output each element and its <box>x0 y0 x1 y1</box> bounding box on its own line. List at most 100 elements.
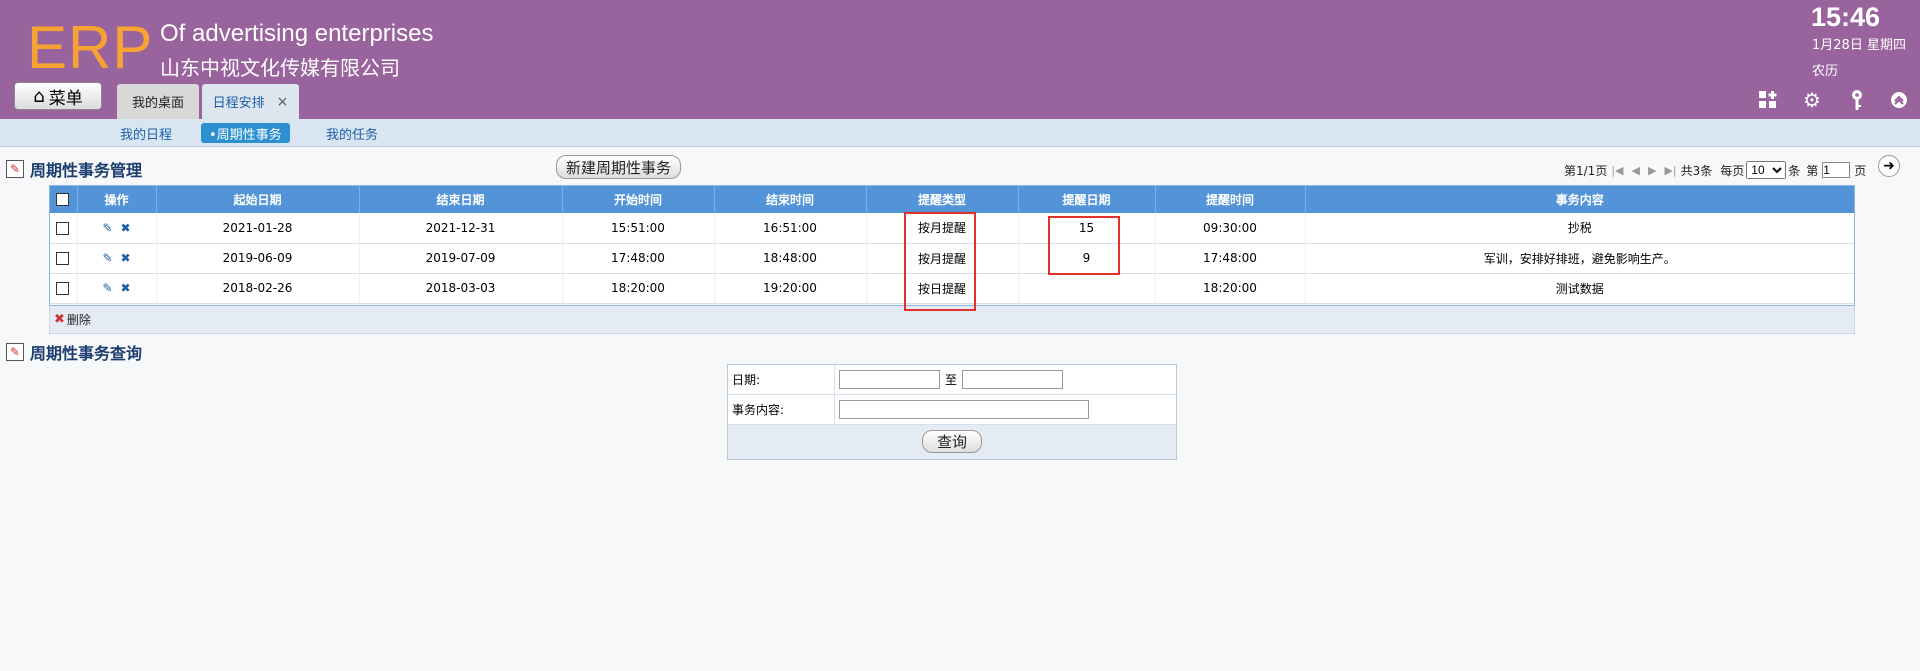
delete-x-icon[interactable]: ✖ <box>121 221 131 235</box>
remind-date-cell: 15 <box>1018 213 1156 244</box>
row-select-cell <box>49 273 78 304</box>
edit-pencil-icon[interactable]: ✎ <box>102 221 112 235</box>
content-label: 事务内容: <box>728 395 835 424</box>
query-button-row: 查询 <box>728 425 1176 459</box>
start-time-cell: 17:48:00 <box>562 243 715 274</box>
page-info: 第1/1页 <box>1564 163 1608 178</box>
content-cell: 测试数据 <box>1305 273 1855 304</box>
row-actions: ✎ ✖ <box>77 213 157 244</box>
end-date-cell: 2019-07-09 <box>359 243 563 274</box>
table-row: ✎ ✖ 2021-01-28 2021-12-31 15:51:00 16:51:… <box>49 213 1855 244</box>
column-header[interactable]: 提醒类型 <box>866 185 1019 213</box>
erp-logo: ERP <box>27 14 154 81</box>
delete-selected-button[interactable]: ✖ 删除 <box>49 306 1855 334</box>
per-page-unit: 条 <box>1788 163 1801 178</box>
per-page-label: 每页 <box>1720 163 1745 178</box>
table-row: ✎ ✖ 2018-02-26 2018-03-03 18:20:00 19:20:… <box>49 273 1855 304</box>
end-time-cell: 18:48:00 <box>714 243 867 274</box>
row-checkbox[interactable] <box>56 221 70 235</box>
row-select-cell <box>49 243 78 274</box>
date-range-row: 日期: 至 <box>728 365 1176 395</box>
manage-section-title: ✎ 周期性事务管理 <box>6 157 142 181</box>
content-row: 事务内容: <box>728 395 1176 425</box>
key-icon[interactable] <box>1846 89 1868 111</box>
column-header[interactable]: 开始时间 <box>562 185 715 213</box>
subnav-periodic-affairs[interactable]: •周期性事务 <box>201 123 290 143</box>
goto-page-input[interactable] <box>1822 162 1851 178</box>
total-count: 共3条 <box>1680 163 1713 178</box>
remind-time-cell: 17:48:00 <box>1155 243 1306 274</box>
start-date-input[interactable] <box>839 370 940 389</box>
end-time-cell: 19:20:00 <box>714 273 867 304</box>
start-date-cell: 2021-01-28 <box>156 213 360 244</box>
row-checkbox[interactable] <box>56 252 70 265</box>
start-time-cell: 15:51:00 <box>562 213 715 244</box>
row-select-cell <box>49 213 78 244</box>
row-checkbox[interactable] <box>56 282 70 295</box>
goto-label: 第 <box>1806 163 1819 178</box>
content-cell: 抄税 <box>1305 213 1855 244</box>
content-input[interactable] <box>839 400 1089 419</box>
pager: 第1/1页 |◀ ◀ ▶ ▶| 共3条 每页 10 条 第 页 <box>1564 160 1866 180</box>
last-page-icon[interactable]: ▶| <box>1664 164 1676 177</box>
remind-type-cell: 按月提醒 <box>866 213 1019 244</box>
column-header[interactable]: 提醒时间 <box>1155 185 1306 213</box>
delete-label: 删除 <box>66 313 91 327</box>
select-all-checkbox[interactable] <box>56 193 70 206</box>
delete-x-icon[interactable]: ✖ <box>121 281 131 295</box>
periodic-affairs-table: 操作 起始日期 结束日期 开始时间 结束时间 提醒类型 提醒日期 提醒时间 事务… <box>49 185 1855 304</box>
column-header[interactable]: 结束日期 <box>359 185 563 213</box>
go-arrow-button[interactable]: ➜ <box>1878 155 1900 177</box>
section-title-text: 周期性事务管理 <box>30 161 143 180</box>
remind-type-cell: 按月提醒 <box>866 243 1019 274</box>
row-actions: ✎ ✖ <box>77 243 157 274</box>
section-title-text: 周期性事务查询 <box>30 344 143 363</box>
subnav-my-schedule[interactable]: 我的日程 <box>112 123 180 143</box>
prev-page-icon[interactable]: ◀ <box>1632 164 1640 177</box>
start-date-cell: 2019-06-09 <box>156 243 360 274</box>
menu-button-label: 菜单 <box>48 88 83 109</box>
end-date-cell: 2018-03-03 <box>359 273 563 304</box>
tab-my-desktop[interactable]: 我的桌面 <box>117 84 199 119</box>
company-chinese-title: 山东中视文化传媒有限公司 <box>160 58 400 80</box>
tab-label: 我的桌面 <box>131 96 184 111</box>
home-icon: ⌂ <box>33 85 45 107</box>
start-time-cell: 18:20:00 <box>562 273 715 304</box>
delete-x-icon[interactable]: ✖ <box>121 251 131 265</box>
clock-date: 1月28日 星期四 <box>1812 38 1906 53</box>
edit-note-icon: ✎ <box>6 160 24 178</box>
table-header-row: 操作 起始日期 结束日期 开始时间 结束时间 提醒类型 提醒日期 提醒时间 事务… <box>49 185 1855 213</box>
gear-icon[interactable]: ⚙ <box>1801 88 1823 112</box>
app-header: ERP Of advertising enterprises 山东中视文化传媒有… <box>0 0 1920 119</box>
column-header[interactable]: 结束时间 <box>714 185 867 213</box>
edit-pencil-icon[interactable]: ✎ <box>102 281 112 295</box>
select-all-cell <box>49 185 78 213</box>
remind-date-cell: 9 <box>1018 243 1156 274</box>
query-button[interactable]: 查询 <box>922 430 982 453</box>
end-date-input[interactable] <box>962 370 1064 389</box>
subnav-my-tasks[interactable]: 我的任务 <box>318 123 386 143</box>
per-page-select[interactable]: 10 <box>1746 161 1787 179</box>
column-header[interactable]: 提醒日期 <box>1018 185 1156 213</box>
edit-note-icon: ✎ <box>6 343 24 361</box>
new-periodic-affair-button[interactable]: 新建周期性事务 <box>556 155 681 179</box>
menu-button[interactable]: ⌂ 菜单 <box>14 82 102 110</box>
lunar-date: 农历 <box>1812 64 1839 79</box>
close-icon[interactable]: × <box>277 94 289 110</box>
remind-type-cell: 按日提醒 <box>866 273 1019 304</box>
next-page-icon[interactable]: ▶ <box>1648 164 1656 177</box>
edit-pencil-icon[interactable]: ✎ <box>102 251 112 265</box>
clock-time: 15:46 <box>1811 2 1881 32</box>
date-label: 日期: <box>728 365 835 394</box>
query-form: 日期: 至 事务内容: 查询 <box>727 364 1177 460</box>
start-date-cell: 2018-02-26 <box>156 273 360 304</box>
to-label: 至 <box>945 373 958 387</box>
first-page-icon[interactable]: |◀ <box>1611 164 1623 177</box>
column-header[interactable]: 起始日期 <box>156 185 360 213</box>
tab-schedule[interactable]: 日程安排 × <box>202 84 299 119</box>
grid-add-icon[interactable] <box>1757 89 1779 111</box>
company-english-title: Of advertising enterprises <box>160 20 434 47</box>
query-section-title: ✎ 周期性事务查询 <box>6 340 142 364</box>
collapse-up-icon[interactable] <box>1888 89 1910 111</box>
column-header[interactable]: 事务内容 <box>1305 185 1855 213</box>
